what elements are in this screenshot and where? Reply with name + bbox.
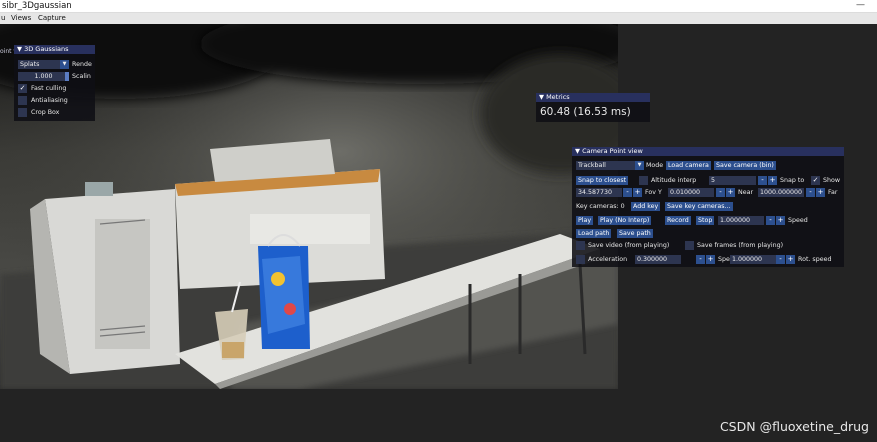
- camera-mode-label: Mode: [646, 162, 664, 169]
- fov-label: Fov Y: [645, 189, 662, 196]
- save-video-checkbox[interactable]: [576, 241, 585, 250]
- play-speed-label: Speed: [788, 217, 808, 224]
- save-camera-button[interactable]: Save camera (bin): [714, 161, 776, 170]
- altitude-interp-checkbox[interactable]: [639, 176, 648, 185]
- menu-item-views[interactable]: Views: [11, 13, 31, 23]
- checkmark-icon: ✓: [19, 84, 26, 92]
- collapse-arrow-icon[interactable]: ▼: [17, 45, 22, 53]
- scaling-value: 1.000: [34, 73, 53, 80]
- gaussians-panel-title: 3D Gaussians: [24, 45, 69, 53]
- record-button[interactable]: Record: [665, 216, 691, 225]
- play-speed-decrement-button[interactable]: -: [766, 216, 775, 225]
- camera-panel: ▼ Camera Point view Trackball ▼ Mode Loa…: [572, 147, 844, 267]
- show-label: Show: [823, 177, 840, 184]
- fov-increment-button[interactable]: +: [633, 188, 642, 197]
- fov-decrement-button[interactable]: -: [623, 188, 632, 197]
- antialiasing-checkbox[interactable]: [18, 96, 27, 105]
- menu-bar: u Views Capture: [0, 13, 877, 24]
- acceleration-decrement-button[interactable]: -: [696, 255, 705, 264]
- save-path-button[interactable]: Save path: [617, 229, 653, 238]
- camera-panel-header[interactable]: ▼ Camera Point view: [572, 147, 844, 156]
- show-checkbox[interactable]: ✓: [811, 176, 820, 185]
- metrics-panel-header[interactable]: ▼ Metrics: [536, 93, 650, 102]
- load-camera-button[interactable]: Load camera: [666, 161, 711, 170]
- near-increment-button[interactable]: +: [726, 188, 735, 197]
- play-speed-input[interactable]: 1.000000: [718, 216, 764, 225]
- far-decrement-button[interactable]: -: [806, 188, 815, 197]
- speed2-input[interactable]: 1.000000: [730, 255, 776, 264]
- metrics-panel: ▼ Metrics 60.48 (16.53 ms): [536, 93, 650, 122]
- speed2-decrement-button[interactable]: -: [776, 255, 785, 264]
- far-increment-button[interactable]: +: [816, 188, 825, 197]
- far-input[interactable]: 1000.000000: [758, 188, 804, 197]
- antialiasing-label: Antialiasing: [31, 97, 68, 104]
- add-key-button[interactable]: Add key: [631, 202, 661, 211]
- altitude-interp-input[interactable]: 5: [709, 176, 756, 185]
- save-video-label: Save video (from playing): [588, 242, 670, 249]
- watermark: CSDN @fluoxetine_drug: [719, 419, 869, 434]
- play-button[interactable]: Play: [576, 216, 594, 225]
- far-label: Far: [828, 189, 838, 196]
- minimize-icon[interactable]: —: [856, 0, 865, 11]
- checkmark-icon: ✓: [812, 176, 819, 184]
- fast-culling-label: Fast culling: [31, 85, 67, 92]
- near-input[interactable]: 0.010000: [668, 188, 714, 197]
- scaling-slider[interactable]: 1.000: [18, 72, 69, 81]
- crop-box-label: Crop Box: [31, 109, 60, 116]
- gaussians-panel: ▼ 3D Gaussians Splats ▼ Rende 1.000 Scal…: [14, 45, 95, 121]
- snap-to-closest-button[interactable]: Snap to closest: [576, 176, 629, 185]
- play-no-interp-button[interactable]: Play (No Interp): [598, 216, 652, 225]
- collapse-arrow-icon[interactable]: ▼: [575, 147, 580, 155]
- acceleration-input[interactable]: 0.300000: [635, 255, 681, 264]
- title-bar: sibr_3Dgaussian —: [0, 0, 877, 13]
- chevron-down-icon: ▼: [60, 60, 69, 69]
- camera-panel-title: Camera Point view: [582, 147, 643, 155]
- camera-mode-select[interactable]: Trackball ▼: [576, 161, 644, 170]
- gaussians-panel-header[interactable]: ▼ 3D Gaussians: [14, 45, 95, 54]
- near-label: Near: [738, 189, 754, 196]
- collapse-arrow-icon[interactable]: ▼: [539, 93, 544, 101]
- acceleration-increment-button[interactable]: +: [706, 255, 715, 264]
- menu-item-menu[interactable]: u: [1, 13, 5, 23]
- altitude-interp-label: Altitude interp: [651, 177, 697, 184]
- scaling-slider-grab[interactable]: [65, 72, 69, 81]
- acceleration-label: Acceleration: [588, 256, 628, 263]
- snap-to-label: Snap to: [780, 177, 805, 184]
- save-frames-checkbox[interactable]: [685, 241, 694, 250]
- menu-item-capture[interactable]: Capture: [38, 13, 66, 23]
- stop-button[interactable]: Stop: [696, 216, 715, 225]
- window-title: sibr_3Dgaussian: [2, 1, 72, 11]
- render-mode-select[interactable]: Splats ▼: [18, 60, 69, 69]
- fast-culling-checkbox[interactable]: ✓: [18, 84, 27, 93]
- camera-mode-value: Trackball: [578, 162, 606, 169]
- scaling-label: Scalin: [72, 73, 91, 80]
- speed2-increment-button[interactable]: +: [786, 255, 795, 264]
- fov-input[interactable]: 34.587730: [576, 188, 622, 197]
- metrics-panel-title: Metrics: [546, 93, 570, 101]
- load-path-button[interactable]: Load path: [576, 229, 612, 238]
- fps-readout: 60.48 (16.53 ms): [540, 106, 631, 118]
- near-decrement-button[interactable]: -: [716, 188, 725, 197]
- render-mode-value: Splats: [20, 61, 40, 68]
- key-cameras-count: Key cameras: 0: [576, 203, 625, 210]
- crop-box-checkbox[interactable]: [18, 108, 27, 117]
- altitude-increment-button[interactable]: +: [768, 176, 777, 185]
- altitude-decrement-button[interactable]: -: [758, 176, 767, 185]
- save-frames-label: Save frames (from playing): [697, 242, 784, 249]
- render-mode-label: Rende: [72, 61, 92, 68]
- acceleration-checkbox[interactable]: [576, 255, 585, 264]
- play-speed-increment-button[interactable]: +: [776, 216, 785, 225]
- chevron-down-icon: ▼: [635, 161, 644, 170]
- rot-speed-label: Rot. speed: [798, 256, 832, 263]
- save-key-cameras-button[interactable]: Save key cameras...: [665, 202, 733, 211]
